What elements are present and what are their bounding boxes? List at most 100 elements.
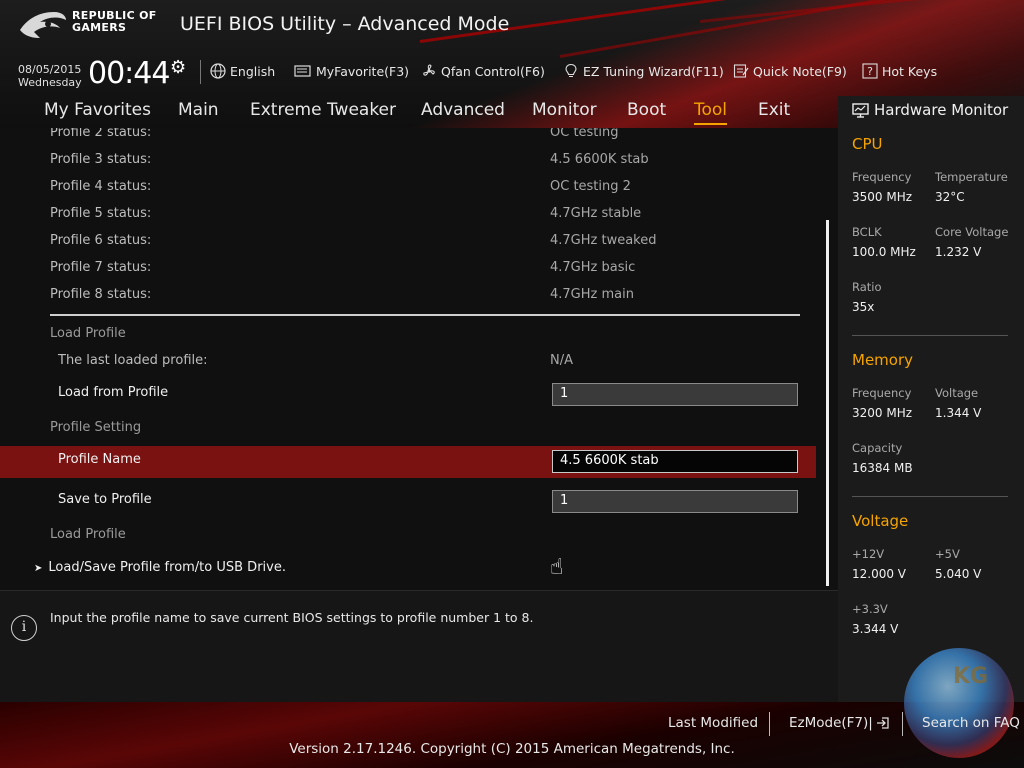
decorative-stripe [559,0,1024,58]
voltage-3v3-label: +3.3V [852,602,888,616]
monitor-icon [852,102,869,118]
gear-icon[interactable]: ⚙ [170,57,186,78]
profile-setting-group-label: Profile Setting [50,420,142,435]
tab-extreme-tweaker[interactable]: Extreme Tweaker [250,100,396,120]
cpu-frequency-value: 3500 MHz [852,190,913,204]
question-icon: ? [862,63,878,79]
memory-frequency-label: Frequency [852,386,912,400]
tab-monitor[interactable]: Monitor [532,100,597,120]
cpu-temperature-label: Temperature [935,170,1008,184]
decorative-stripe [699,0,1024,23]
tab-exit[interactable]: Exit [758,100,790,120]
profile-8-status-label: Profile 8 status: [50,287,152,302]
profile-5-status-value: 4.7GHz stable [550,206,642,221]
voltage-12v-label: +12V [852,547,885,561]
hot-keys-button[interactable]: ? Hot Keys [862,63,937,79]
tab-boot[interactable]: Boot [627,100,666,120]
copyright-text: Version 2.17.1246. Copyright (C) 2015 Am… [289,741,735,757]
last-loaded-profile-label: The last loaded profile: [58,353,208,368]
settings-panel: Profile 2 status: OC testing Profile 3 s… [0,128,838,590]
load-from-profile-label: Load from Profile [58,385,169,400]
voltage-12v-value: 12.000 V [852,567,907,581]
weekday-text: Wednesday [18,76,82,89]
profile-name-input[interactable]: 4.5 6600K stab [552,450,798,473]
language-button[interactable]: English [210,63,275,79]
cpu-bclk-label: BCLK [852,225,882,239]
tab-main[interactable]: Main [178,100,219,120]
hw-divider [852,335,1008,336]
usb-profile-item[interactable]: ➤ Load/Save Profile from/to USB Drive. [34,560,286,575]
profile-2-status-value: OC testing [550,128,619,140]
mouse-cursor-icon: ☝ [550,555,564,580]
ezmode-label: EzMode(F7)| [789,715,873,731]
voltage-3v3-value: 3.344 V [852,622,899,636]
save-to-profile-input[interactable]: 1 [552,490,798,513]
qfan-control-button[interactable]: Qfan Control(F6) [421,63,545,79]
profile-6-status-value: 4.7GHz tweaked [550,233,657,248]
note-icon [733,64,749,78]
language-label: English [230,63,276,79]
watermark-text: KG [953,664,989,689]
hardware-monitor-title: Hardware Monitor [852,101,1008,119]
hw-divider [852,496,1008,497]
tab-advanced[interactable]: Advanced [421,100,505,120]
exit-arrow-icon [876,717,889,729]
usb-profile-label: Load/Save Profile from/to USB Drive. [48,560,286,575]
load-from-profile-input[interactable]: 1 [552,383,798,406]
brand-line2: GAMERS [72,21,127,34]
date-text: 08/05/2015 [18,63,82,76]
ezmode-button[interactable]: EzMode(F7)| [789,715,890,731]
brand-text: REPUBLIC OF GAMERS [72,10,157,34]
profile-5-status-label: Profile 5 status: [50,206,152,221]
hot-keys-label: Hot Keys [882,63,938,79]
cpu-section-title: CPU [852,135,883,153]
profile-3-status-label: Profile 3 status: [50,152,152,167]
load-profile-group-label-2: Load Profile [50,527,126,542]
profile-8-status-value: 4.7GHz main [550,287,634,302]
search-faq-button[interactable]: Search on FAQ [922,715,1020,731]
info-icon: i [11,615,37,641]
cpu-temperature-value: 32°C [935,190,965,204]
quick-note-button[interactable]: Quick Note(F9) [733,63,847,79]
myfavorite-label: MyFavorite(F3) [316,63,410,79]
memory-frequency-value: 3200 MHz [852,406,913,420]
ez-tuning-label: EZ Tuning Wizard(F11) [583,63,724,79]
profile-4-status-value: OC testing 2 [550,179,631,194]
toolbar-divider [200,60,201,84]
save-to-profile-label: Save to Profile [58,492,152,507]
tab-tool[interactable]: Tool [694,100,728,125]
rog-logo-icon [20,12,66,38]
date-display: 08/05/2015 Wednesday [18,63,82,89]
voltage-5v-value: 5.040 V [935,567,982,581]
lightbulb-icon [565,63,577,77]
profile-6-status-label: Profile 6 status: [50,233,152,248]
memory-capacity-value: 16384 MB [852,461,913,475]
profile-name-label: Profile Name [58,452,141,467]
hardware-monitor-title-text: Hardware Monitor [874,101,1009,119]
cpu-ratio-label: Ratio [852,280,882,294]
last-modified-button[interactable]: Last Modified [668,715,758,731]
ez-tuning-wizard-button[interactable]: EZ Tuning Wizard(F11) [563,63,724,79]
tab-my-favorites[interactable]: My Favorites [44,100,151,120]
memory-capacity-label: Capacity [852,441,903,455]
profile-3-status-value: 4.5 6600K stab [550,152,649,167]
scrollbar[interactable] [826,220,829,586]
help-text: Input the profile name to save current B… [50,610,534,625]
voltage-section-title: Voltage [852,512,909,530]
last-loaded-profile-value: N/A [550,353,573,368]
qfan-label: Qfan Control(F6) [441,63,545,79]
profile-7-status-value: 4.7GHz basic [550,260,636,275]
help-bar: i Input the profile name to save current… [0,590,838,702]
quick-note-label: Quick Note(F9) [753,63,847,79]
profile-4-status-label: Profile 4 status: [50,179,152,194]
cpu-core-voltage-label: Core Voltage [935,225,1009,239]
favorite-icon [294,65,311,77]
cpu-core-voltage-value: 1.232 V [935,245,982,259]
cpu-frequency-label: Frequency [852,170,912,184]
fan-icon [423,64,435,76]
svg-text:?: ? [867,65,873,78]
cpu-bclk-value: 100.0 MHz [852,245,916,259]
memory-section-title: Memory [852,351,914,369]
footer-divider [769,712,770,736]
myfavorite-button[interactable]: MyFavorite(F3) [294,63,409,79]
